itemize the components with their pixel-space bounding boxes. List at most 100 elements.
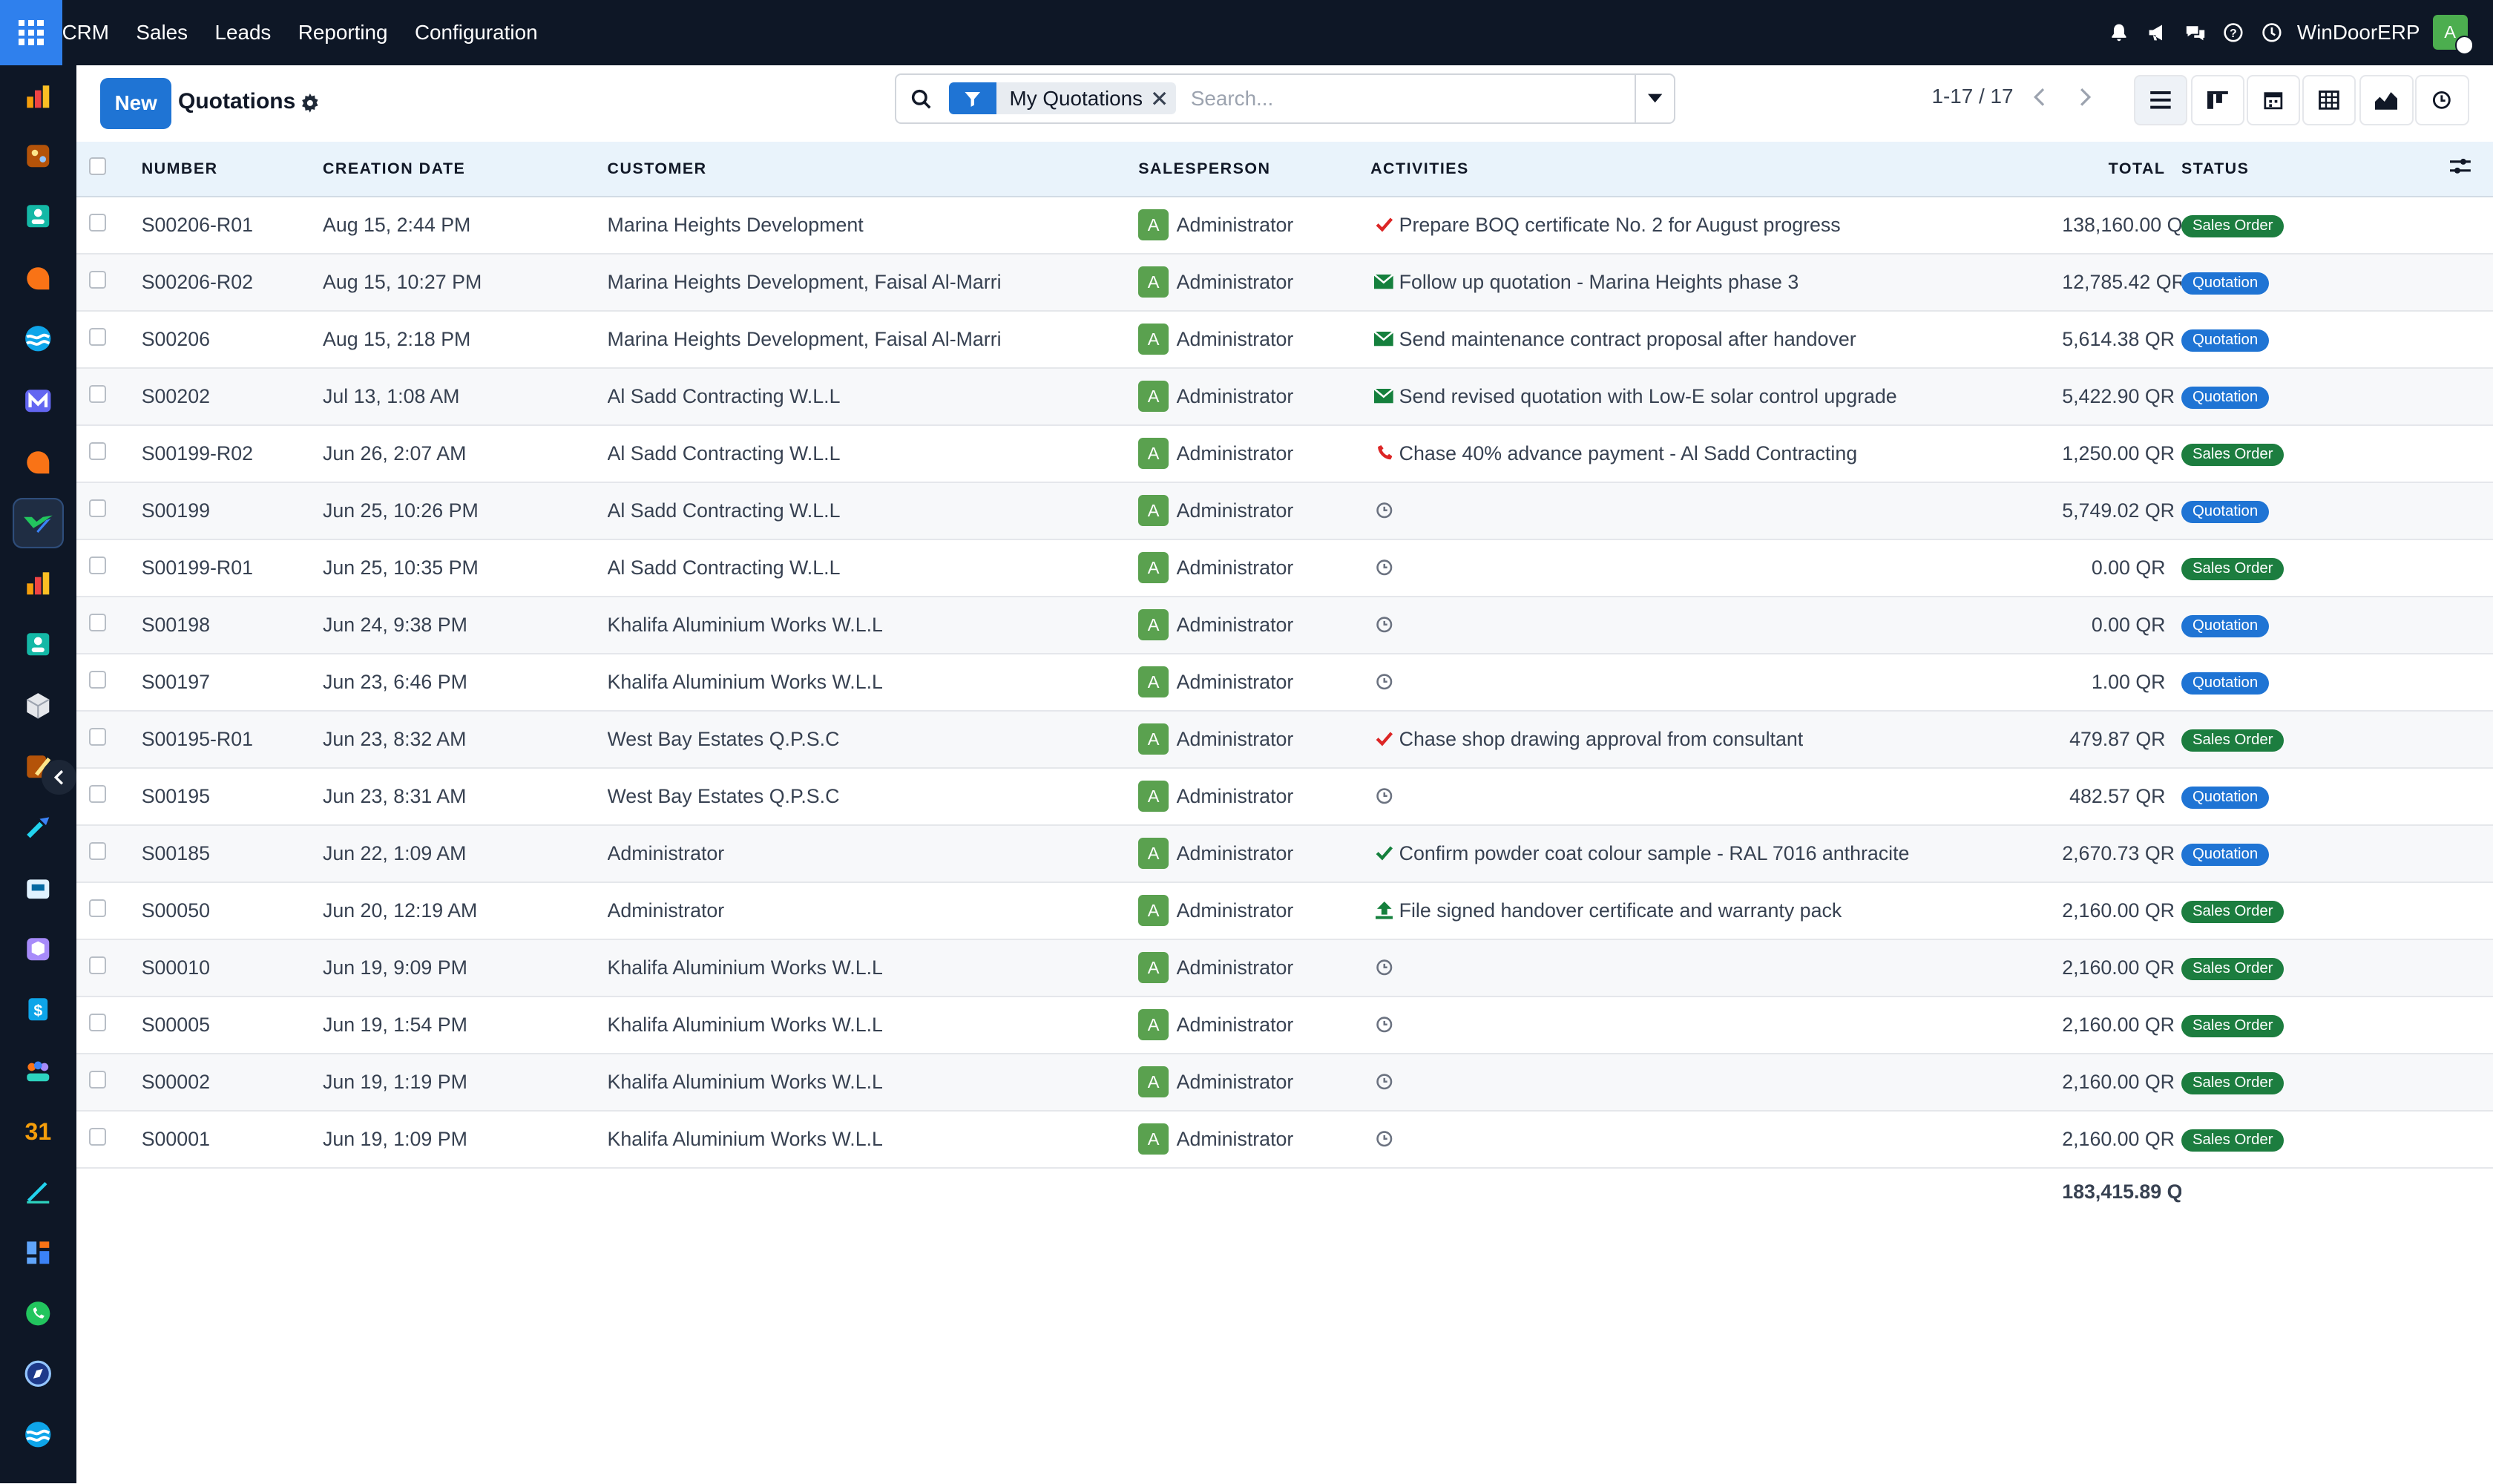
kanban-view-icon[interactable] <box>2190 74 2245 125</box>
row-checkbox[interactable] <box>88 1128 107 1146</box>
optional-columns-icon[interactable] <box>2450 157 2471 180</box>
header-total[interactable]: TOTAL <box>2062 141 2181 197</box>
whatsapp-icon[interactable] <box>13 1288 64 1339</box>
tools-icon[interactable] <box>13 801 64 853</box>
sidebar-collapse-button[interactable] <box>41 760 76 795</box>
email-icon[interactable] <box>1373 389 1394 404</box>
contact-card-icon[interactable] <box>13 619 64 670</box>
gear-icon[interactable] <box>300 91 320 119</box>
megaphone-icon[interactable] <box>2138 0 2176 65</box>
row-checkbox[interactable] <box>88 499 107 517</box>
table-row[interactable]: S00001 Jun 19, 1:09 PM Khalifa Aluminium W… <box>76 1110 2493 1169</box>
help-icon[interactable]: ? <box>2214 0 2252 65</box>
list-view-icon[interactable] <box>2133 74 2188 125</box>
table-row[interactable]: S00199-R01 Jun 25, 10:35 PM Al Sadd Contra… <box>76 539 2493 597</box>
check-icon[interactable] <box>1373 846 1394 861</box>
chat-bubble-icon[interactable] <box>13 437 64 488</box>
package-icon[interactable] <box>13 924 64 975</box>
salesperson-avatar[interactable]: A <box>1138 1123 1169 1155</box>
company-name[interactable]: WinDoorERP <box>2297 21 2420 45</box>
chevron-left-icon[interactable] <box>2019 78 2057 116</box>
box-icon[interactable] <box>13 680 64 732</box>
cell-number[interactable]: S00010 <box>141 939 323 997</box>
contact-card-icon[interactable] <box>13 191 64 242</box>
table-row[interactable]: S00199-R02 Jun 26, 2:07 AM Al Sadd Contrac… <box>76 424 2493 483</box>
table-row[interactable]: S00005 Jun 19, 1:54 PM Khalifa Aluminium W… <box>76 996 2493 1054</box>
cell-number[interactable]: S00185 <box>141 824 323 883</box>
salesperson-avatar[interactable]: A <box>1138 951 1169 984</box>
cell-number[interactable]: S00206-R02 <box>141 253 323 312</box>
salesperson-avatar[interactable]: A <box>1138 894 1169 927</box>
cell-number[interactable]: S00001 <box>141 1110 323 1169</box>
crm-handshake-icon[interactable] <box>13 497 64 549</box>
row-checkbox[interactable] <box>88 842 107 860</box>
clock-icon[interactable] <box>1373 616 1394 634</box>
team-icon[interactable] <box>13 1045 64 1096</box>
compass-icon[interactable] <box>13 1348 64 1399</box>
new-button[interactable]: New <box>99 77 172 129</box>
menu-sales[interactable]: Sales <box>136 21 188 45</box>
cell-number[interactable]: S00005 <box>141 996 323 1054</box>
filter-facet[interactable]: My Quotations <box>949 81 1177 116</box>
table-row[interactable]: S00010 Jun 19, 9:09 PM Khalifa Aluminium W… <box>76 939 2493 997</box>
header-salesperson[interactable]: SALESPERSON <box>1138 141 1371 197</box>
ticket-icon[interactable] <box>13 864 64 915</box>
header-customer[interactable]: CUSTOMER <box>607 141 1139 197</box>
clock-icon[interactable] <box>1373 787 1394 805</box>
row-checkbox[interactable] <box>88 614 107 631</box>
table-row[interactable]: S00199 Jun 25, 10:26 PM Al Sadd Contractin… <box>76 482 2493 540</box>
chat-icon[interactable] <box>2176 0 2214 65</box>
table-row[interactable]: S00195 Jun 23, 8:31 AM West Bay Estates Q.… <box>76 767 2493 826</box>
cell-number[interactable]: S00050 <box>141 881 323 940</box>
clock-icon[interactable] <box>1373 959 1394 976</box>
apps-menu-button[interactable] <box>0 0 62 65</box>
search-icon[interactable] <box>911 88 932 116</box>
header-number[interactable]: NUMBER <box>141 141 323 197</box>
phone-icon[interactable] <box>1373 445 1394 461</box>
menu-crm[interactable]: CRM <box>62 21 109 45</box>
wave-icon[interactable] <box>13 1409 64 1460</box>
cell-number[interactable]: S00199-R01 <box>141 539 323 597</box>
dollar-doc-icon[interactable]: $ <box>13 984 64 1035</box>
remove-facet-icon[interactable] <box>1152 82 1177 115</box>
calendar-icon[interactable]: 31 <box>13 1105 64 1156</box>
calendar-view-icon[interactable] <box>2246 74 2301 125</box>
table-row[interactable]: S00206-R02 Aug 15, 10:27 PM Marina Heights… <box>76 253 2493 312</box>
table-row[interactable]: S00206-R01 Aug 15, 2:44 PM Marina Heights … <box>76 196 2493 255</box>
check-icon[interactable] <box>1373 217 1394 232</box>
email-icon[interactable] <box>1373 275 1394 289</box>
clock-icon[interactable] <box>1373 559 1394 577</box>
salesperson-avatar[interactable]: A <box>1138 209 1169 241</box>
row-checkbox[interactable] <box>88 385 107 403</box>
salesperson-avatar[interactable]: A <box>1138 780 1169 812</box>
header-status[interactable]: STATUS <box>2181 160 2249 178</box>
row-checkbox[interactable] <box>88 785 107 803</box>
cell-number[interactable]: S00195 <box>141 767 323 826</box>
email-icon[interactable] <box>1373 332 1394 347</box>
cell-number[interactable]: S00195-R01 <box>141 710 323 769</box>
menu-configuration[interactable]: Configuration <box>415 21 538 45</box>
graph-view-icon[interactable] <box>2359 74 2414 125</box>
row-checkbox[interactable] <box>88 1071 107 1089</box>
salesperson-avatar[interactable]: A <box>1138 323 1169 355</box>
clock-icon[interactable] <box>1373 1130 1394 1148</box>
clock-icon[interactable] <box>1373 1073 1394 1091</box>
table-row[interactable]: S00050 Jun 20, 12:19 AM Administrator A Admi… <box>76 881 2493 940</box>
user-avatar[interactable]: A <box>2432 15 2474 55</box>
bell-icon[interactable] <box>2100 0 2138 65</box>
bar-chart-icon[interactable] <box>13 558 64 609</box>
row-checkbox[interactable] <box>88 271 107 289</box>
pivot-view-icon[interactable] <box>2302 74 2356 125</box>
row-checkbox[interactable] <box>88 899 107 917</box>
cell-number[interactable]: S00206 <box>141 310 323 369</box>
chevron-right-icon[interactable] <box>2067 78 2105 116</box>
row-checkbox[interactable] <box>88 328 107 346</box>
salesperson-avatar[interactable]: A <box>1138 437 1169 470</box>
clock-icon[interactable] <box>2253 0 2290 65</box>
salesperson-avatar[interactable]: A <box>1138 666 1169 698</box>
table-row[interactable]: S00185 Jun 22, 1:09 AM Administrator A Admin… <box>76 824 2493 883</box>
salesperson-avatar[interactable]: A <box>1138 380 1169 413</box>
table-row[interactable]: S00195-R01 Jun 23, 8:32 AM West Bay Estate… <box>76 710 2493 769</box>
clock-icon[interactable] <box>1373 673 1394 691</box>
cell-number[interactable]: S00202 <box>141 367 323 426</box>
